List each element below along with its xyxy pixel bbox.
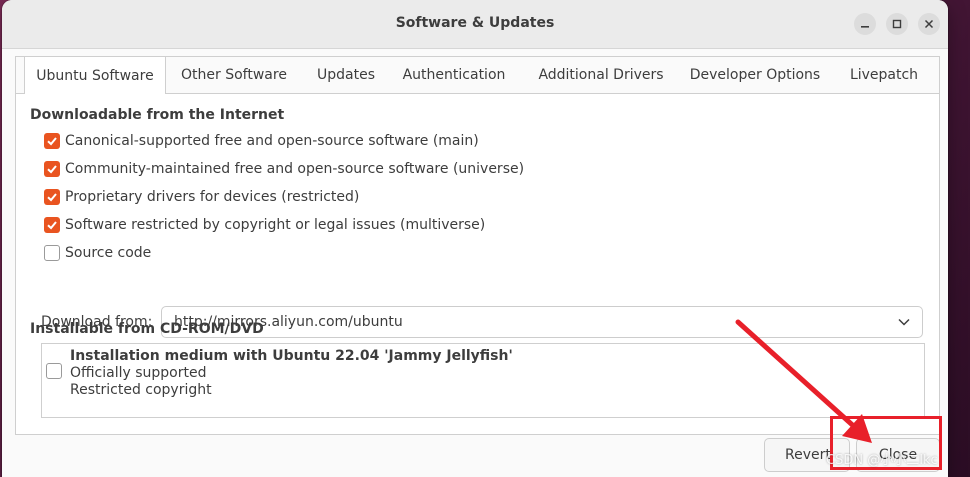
tab-bar: Ubuntu Software Other Software Updates A… — [16, 57, 939, 94]
checkbox-cdrom[interactable] — [46, 363, 62, 379]
option-main[interactable]: Canonical-supported free and open-source… — [44, 131, 479, 151]
option-source-code[interactable]: Source code — [44, 243, 151, 263]
tab-authentication[interactable]: Authentication — [394, 57, 514, 93]
option-universe-label: Community-maintained free and open-sourc… — [65, 161, 525, 177]
cdrom-item[interactable]: Installation medium with Ubuntu 22.04 'J… — [70, 348, 513, 399]
tab-ubuntu-software[interactable]: Ubuntu Software — [24, 57, 166, 94]
checkmark-icon — [47, 193, 57, 202]
checkbox-universe[interactable] — [44, 161, 60, 177]
option-multiverse-label: Software restricted by copyright or lega… — [65, 217, 486, 233]
option-multiverse[interactable]: Software restricted by copyright or lega… — [44, 215, 485, 235]
tab-additional-drivers[interactable]: Additional Drivers — [526, 57, 676, 93]
chevron-down-icon — [898, 318, 910, 326]
checkbox-main[interactable] — [44, 133, 60, 149]
cdrom-item-support: Officially supported — [70, 365, 207, 381]
checkmark-icon — [47, 221, 57, 230]
maximize-icon — [892, 19, 902, 29]
option-restricted-label: Proprietary drivers for devices (restric… — [65, 189, 360, 205]
close-icon — [924, 19, 934, 29]
checkmark-icon — [47, 137, 57, 146]
tab-livepatch[interactable]: Livepatch — [842, 57, 926, 93]
checkbox-multiverse[interactable] — [44, 217, 60, 233]
ubuntu-software-page: Downloadable from the Internet Canonical… — [16, 94, 939, 434]
cdrom-item-title: Installation medium with Ubuntu 22.04 'J… — [70, 348, 513, 364]
minimize-button[interactable] — [854, 13, 876, 35]
settings-notebook: Ubuntu Software Other Software Updates A… — [15, 56, 940, 435]
download-server-value: http://mirrors.aliyun.com/ubuntu — [174, 314, 403, 330]
window-title: Software & Updates — [395, 15, 555, 31]
maximize-button[interactable] — [886, 13, 908, 35]
close-window-button[interactable] — [918, 13, 940, 35]
option-source-code-label: Source code — [65, 245, 152, 261]
cdrom-heading: Installable from CD-ROM/DVD — [30, 321, 264, 337]
checkbox-source-code[interactable] — [44, 245, 60, 261]
option-universe[interactable]: Community-maintained free and open-sourc… — [44, 159, 524, 179]
checkmark-icon — [47, 165, 57, 174]
option-main-label: Canonical-supported free and open-source… — [65, 133, 479, 149]
software-updates-window: Software & Updates Ubuntu Software Other… — [2, 0, 948, 477]
watermark-text: CSDN @小小二Ikc — [826, 453, 938, 468]
minimize-icon — [861, 26, 869, 28]
tab-updates[interactable]: Updates — [306, 57, 386, 93]
tab-other-software[interactable]: Other Software — [169, 57, 299, 93]
checkbox-restricted[interactable] — [44, 189, 60, 205]
download-server-dropdown[interactable]: http://mirrors.aliyun.com/ubuntu — [161, 306, 923, 338]
tab-developer-options[interactable]: Developer Options — [684, 57, 826, 93]
cdrom-list: Installation medium with Ubuntu 22.04 'J… — [41, 343, 925, 418]
title-bar: Software & Updates — [2, 0, 948, 49]
downloadable-heading: Downloadable from the Internet — [30, 107, 285, 123]
option-restricted[interactable]: Proprietary drivers for devices (restric… — [44, 187, 359, 207]
cdrom-item-copyright: Restricted copyright — [70, 382, 212, 398]
